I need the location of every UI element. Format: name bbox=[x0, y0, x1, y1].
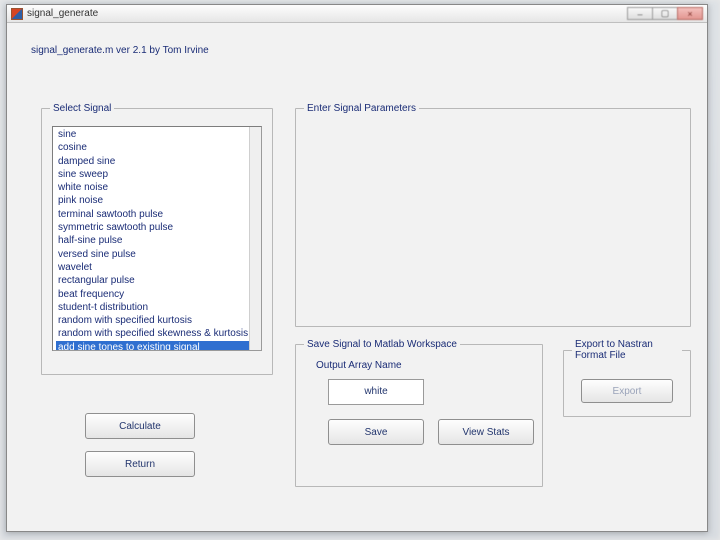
list-item[interactable]: add sine tones to existing signal bbox=[56, 341, 249, 351]
close-button[interactable]: × bbox=[677, 7, 703, 20]
view-stats-button[interactable]: View Stats bbox=[438, 419, 534, 445]
signal-listbox[interactable]: sinecosinedamped sinesine sweepwhite noi… bbox=[52, 126, 262, 351]
window-title: signal_generate bbox=[27, 8, 98, 19]
list-item[interactable]: symmetric sawtooth pulse bbox=[56, 221, 249, 234]
save-button[interactable]: Save bbox=[328, 419, 424, 445]
list-item[interactable]: random with specified kurtosis bbox=[56, 314, 249, 327]
save-workspace-group: Save Signal to Matlab Workspace Output A… bbox=[295, 339, 543, 487]
script-version-line: signal_generate.m ver 2.1 by Tom Irvine bbox=[31, 45, 693, 56]
output-array-input[interactable]: white bbox=[328, 379, 424, 405]
save-workspace-legend: Save Signal to Matlab Workspace bbox=[304, 339, 460, 350]
window-controls: – ▢ × bbox=[628, 7, 703, 20]
list-item[interactable]: damped sine bbox=[56, 155, 249, 168]
list-item[interactable]: sine sweep bbox=[56, 168, 249, 181]
return-button[interactable]: Return bbox=[85, 451, 195, 477]
list-item[interactable]: beat frequency bbox=[56, 288, 249, 301]
minimize-button[interactable]: – bbox=[627, 7, 653, 20]
export-button[interactable]: Export bbox=[581, 379, 673, 403]
titlebar[interactable]: signal_generate – ▢ × bbox=[7, 5, 707, 23]
list-item[interactable]: student-t distribution bbox=[56, 301, 249, 314]
list-item[interactable]: pink noise bbox=[56, 194, 249, 207]
calculate-button[interactable]: Calculate bbox=[85, 413, 195, 439]
select-signal-legend: Select Signal bbox=[50, 103, 114, 114]
list-item[interactable]: cosine bbox=[56, 141, 249, 154]
listbox-scrollbar[interactable] bbox=[249, 127, 261, 350]
list-item[interactable]: wavelet bbox=[56, 261, 249, 274]
maximize-button[interactable]: ▢ bbox=[652, 7, 678, 20]
export-nastran-group: Export to Nastran Format File Export bbox=[563, 339, 691, 417]
list-item[interactable]: white noise bbox=[56, 181, 249, 194]
client-area: signal_generate.m ver 2.1 by Tom Irvine … bbox=[7, 23, 707, 531]
select-signal-group: Select Signal sinecosinedamped sinesine … bbox=[41, 103, 273, 375]
list-item[interactable]: terminal sawtooth pulse bbox=[56, 208, 249, 221]
export-nastran-legend: Export to Nastran Format File bbox=[572, 339, 682, 361]
list-item[interactable]: versed sine pulse bbox=[56, 248, 249, 261]
list-item[interactable]: rectangular pulse bbox=[56, 274, 249, 287]
app-window: signal_generate – ▢ × signal_generate.m … bbox=[6, 4, 708, 532]
enter-parameters-legend: Enter Signal Parameters bbox=[304, 103, 419, 114]
list-item[interactable]: sine bbox=[56, 128, 249, 141]
signal-list-items: sinecosinedamped sinesine sweepwhite noi… bbox=[56, 128, 249, 351]
matlab-icon bbox=[11, 8, 23, 20]
enter-parameters-group: Enter Signal Parameters bbox=[295, 103, 691, 327]
output-array-label: Output Array Name bbox=[316, 360, 534, 371]
list-item[interactable]: random with specified skewness & kurtosi… bbox=[56, 327, 249, 340]
list-item[interactable]: half-sine pulse bbox=[56, 234, 249, 247]
